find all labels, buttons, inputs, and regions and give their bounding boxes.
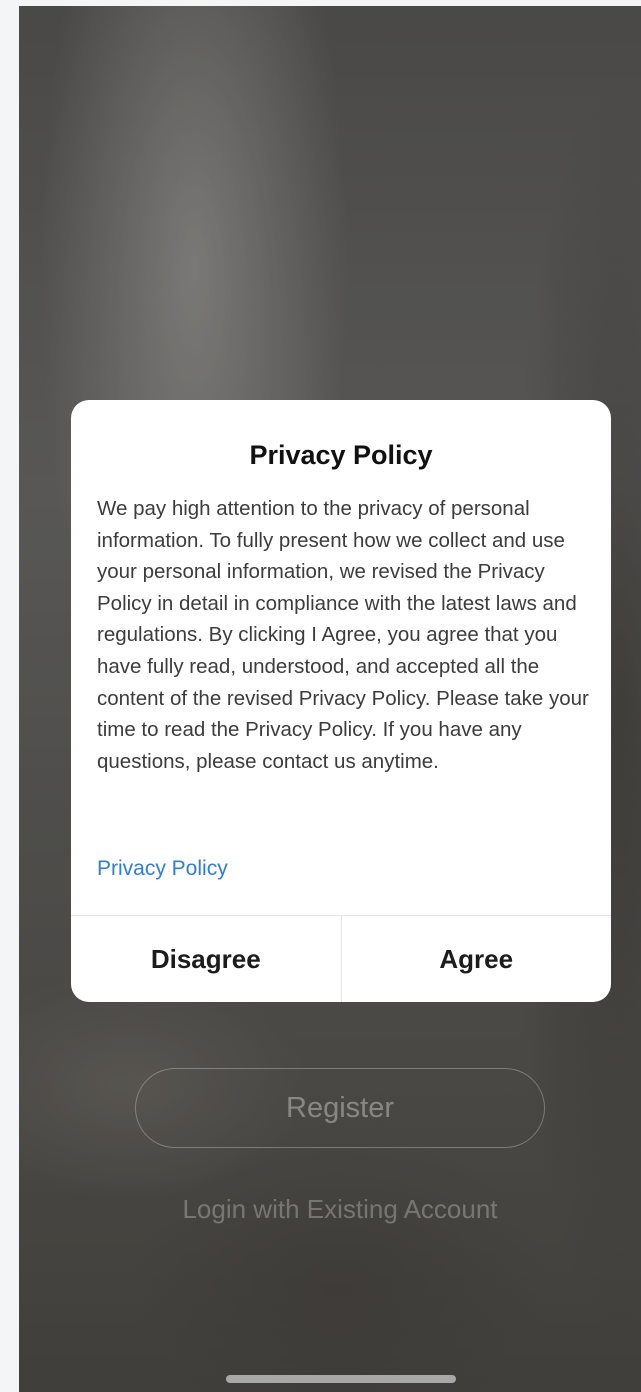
dialog-actions: Disagree Agree	[71, 915, 611, 1002]
register-button-label: Register	[286, 1091, 394, 1124]
dialog-title: Privacy Policy	[249, 440, 433, 470]
agree-button-label: Agree	[439, 944, 514, 974]
disagree-button[interactable]: Disagree	[71, 916, 341, 1002]
dialog-body-text: We pay high attention to the privacy of …	[97, 497, 589, 773]
agree-button[interactable]: Agree	[340, 916, 612, 1002]
home-indicator	[226, 1375, 456, 1383]
disagree-button-label: Disagree	[150, 944, 261, 974]
privacy-policy-link[interactable]: Privacy Policy	[97, 857, 228, 881]
login-existing-account-link[interactable]: Login with Existing Account	[19, 1194, 641, 1225]
privacy-policy-dialog: Privacy Policy We pay high attention to …	[71, 400, 611, 1002]
register-button[interactable]: Register	[135, 1068, 545, 1148]
